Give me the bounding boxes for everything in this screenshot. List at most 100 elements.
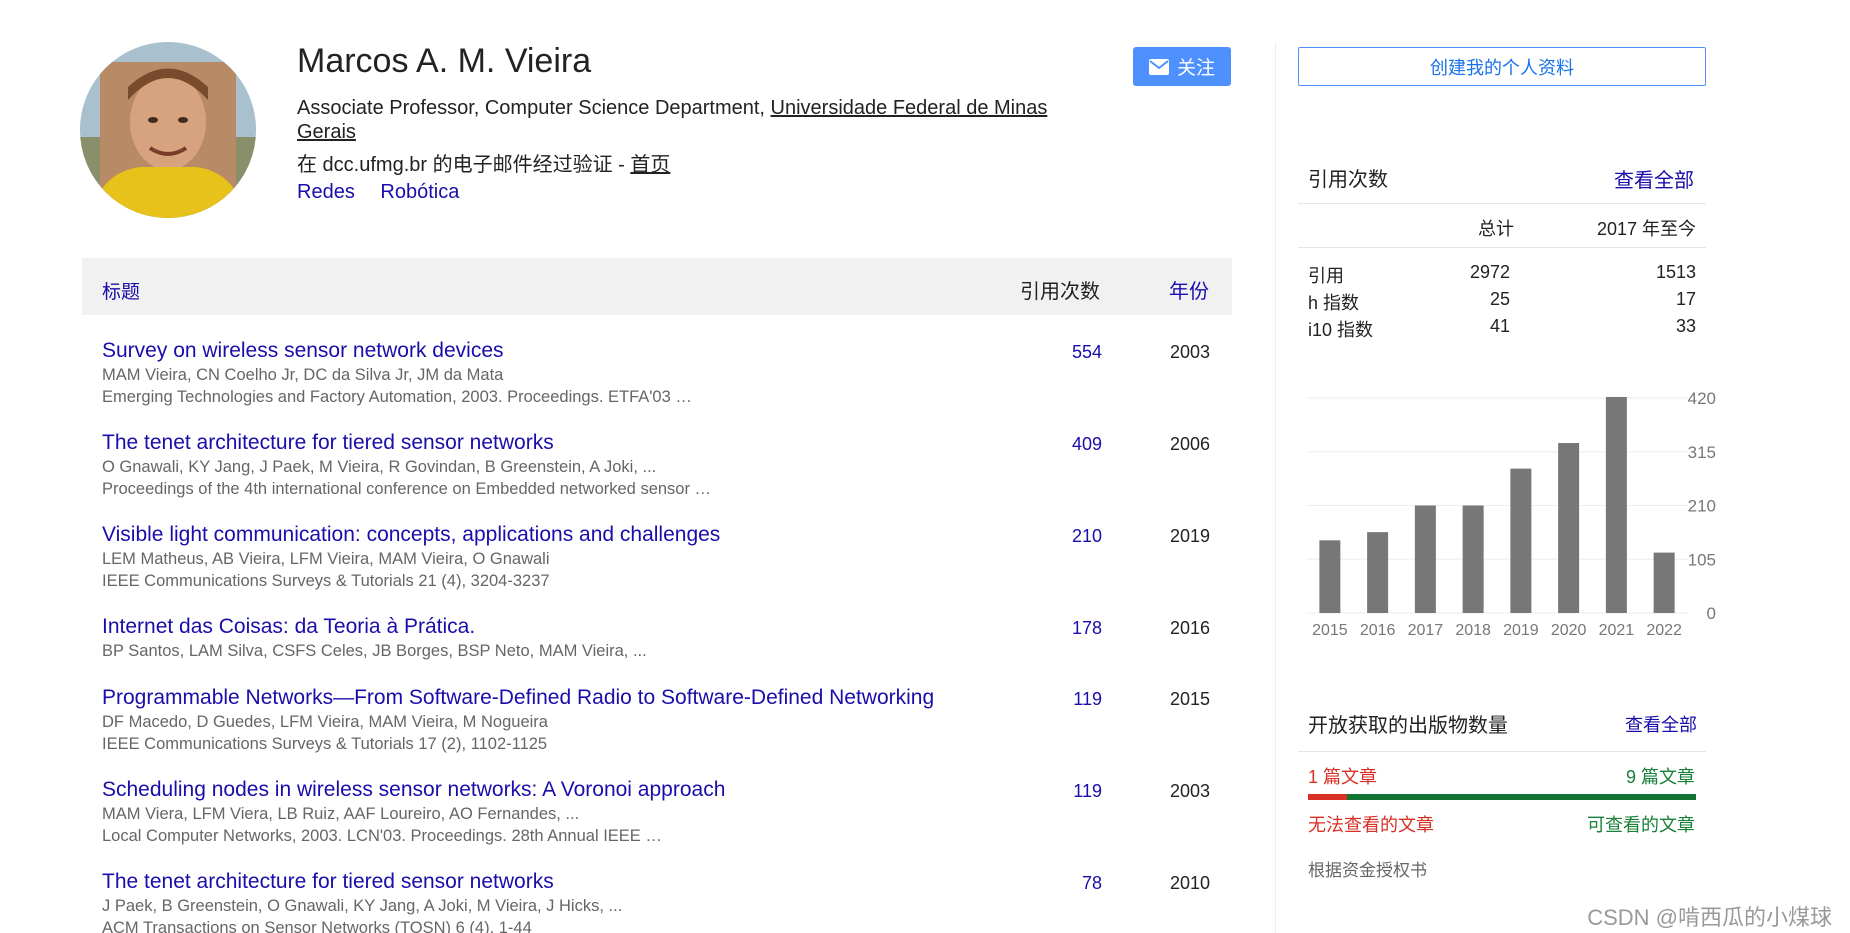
cited-by-link[interactable]: 178 [1072, 618, 1102, 639]
bar-2020[interactable] [1558, 443, 1580, 613]
publication-year: 2015 [1170, 689, 1211, 709]
cited-by-link[interactable]: 554 [1072, 342, 1102, 363]
follow-button[interactable]: 关注 [1133, 47, 1231, 86]
metric-label[interactable]: h 指数 [1308, 289, 1359, 315]
research-interests: Redes Robótica [297, 181, 479, 204]
publication-year: 2016 [1170, 618, 1211, 638]
publication-year: 2019 [1170, 526, 1211, 546]
citations-heading: 引用次数 [1308, 169, 1388, 191]
interest-link-robotica[interactable]: Robótica [380, 181, 459, 203]
publication-authors: MAM Viera, LFM Viera, LB Ruiz, AAF Loure… [102, 805, 580, 823]
metric-label[interactable]: 引用 [1308, 262, 1344, 288]
publication-year: 2006 [1170, 434, 1211, 454]
bar-2015[interactable] [1319, 540, 1341, 613]
affiliation-position: Associate Professor, Computer Science De… [297, 97, 771, 119]
bar-2018[interactable] [1462, 505, 1484, 614]
cited-by-link[interactable]: 78 [1082, 873, 1102, 894]
verified-email: 在 dcc.ufmg.br 的电子邮件经过验证 - 首页 [297, 148, 670, 177]
metric-since: 1513 [1655, 262, 1696, 282]
publication-venue: IEEE Communications Surveys & Tutorials … [102, 572, 550, 590]
available-count[interactable]: 9 篇文章 [1626, 763, 1695, 789]
metric-label[interactable]: i10 指数 [1308, 316, 1373, 342]
available-label[interactable]: 可查看的文章 [1587, 811, 1695, 837]
citations-view-all-link[interactable]: 查看全部 [1614, 164, 1694, 193]
x-tick-label: 2022 [1646, 622, 1682, 639]
publication-title-link[interactable]: The tenet architecture for tiered sensor… [102, 431, 554, 455]
y-tick-label: 210 [1688, 497, 1716, 516]
publication-authors: BP Santos, LAM Silva, CSFS Celes, JB Bor… [102, 642, 647, 660]
metric-since: 17 [1675, 289, 1696, 309]
bar-2019[interactable] [1510, 468, 1532, 613]
create-profile-button[interactable]: 创建我的个人资料 [1298, 47, 1706, 86]
publication-year: 2003 [1170, 781, 1211, 801]
divider [1298, 247, 1706, 248]
publication-year: 2003 [1170, 342, 1211, 362]
publication-title-link[interactable]: Survey on wireless sensor network device… [102, 339, 504, 363]
y-tick-label: 315 [1688, 443, 1716, 462]
x-tick-label: 2017 [1408, 622, 1444, 639]
profile-photo [80, 42, 256, 218]
sort-by-year[interactable]: 年份 [1169, 275, 1209, 304]
table-row: Visible light communication: concepts, a… [82, 519, 1232, 611]
open-access-heading: 开放获取的出版物数量 [1308, 715, 1508, 737]
profile-name: Marcos A. M. Vieira [297, 42, 592, 80]
table-row: Scheduling nodes in wireless sensor netw… [82, 774, 1232, 866]
sort-by-title[interactable]: 标题 [102, 277, 140, 304]
divider [1298, 751, 1706, 752]
table-row: Programmable Networks—From Software-Defi… [82, 682, 1232, 774]
publication-title-link[interactable]: The tenet architecture for tiered sensor… [102, 870, 554, 894]
homepage-link[interactable]: 首页 [630, 154, 670, 176]
cited-by-link[interactable]: 210 [1072, 526, 1102, 547]
publication-title-link[interactable]: Visible light communication: concepts, a… [102, 523, 720, 547]
cited-by-link[interactable]: 409 [1072, 434, 1102, 455]
metric-row-citations: 引用 2972 1513 [1308, 262, 1696, 288]
metrics-header-total: 总计 [1478, 219, 1514, 239]
bar-2021[interactable] [1605, 396, 1627, 613]
publication-venue: IEEE Communications Surveys & Tutorials … [102, 735, 548, 753]
not-available-fill [1308, 794, 1347, 800]
publication-authors: J Paek, B Greenstein, O Gnawali, KY Jang… [102, 897, 623, 915]
watermark: CSDN @啃西瓜的小煤球 [1587, 905, 1832, 930]
metric-row-i10-index: i10 指数 41 33 [1308, 316, 1696, 342]
x-tick-label: 2019 [1503, 622, 1539, 639]
publication-title-link[interactable]: Scheduling nodes in wireless sensor netw… [102, 778, 725, 802]
table-row: Survey on wireless sensor network device… [82, 335, 1232, 427]
divider [1298, 203, 1706, 204]
cited-by-column[interactable]: 引用次数 [1020, 275, 1100, 304]
interest-link-redes[interactable]: Redes [297, 181, 355, 203]
affiliation: Associate Professor, Computer Science De… [297, 96, 1077, 144]
publication-authors: O Gnawali, KY Jang, J Paek, M Vieira, R … [102, 458, 657, 476]
table-row: The tenet architecture for tiered sensor… [82, 427, 1232, 519]
publication-venue: Proceedings of the 4th international con… [102, 480, 712, 498]
publications-list: Survey on wireless sensor network device… [82, 335, 1232, 933]
open-access-bar [1308, 794, 1696, 800]
y-tick-label: 0 [1707, 604, 1716, 623]
x-tick-label: 2016 [1360, 622, 1396, 639]
metric-total: 41 [1489, 316, 1510, 336]
bar-2017[interactable] [1414, 505, 1436, 614]
x-tick-label: 2021 [1599, 622, 1635, 639]
metrics-header-since: 2017 年至今 [1597, 219, 1697, 239]
table-row: The tenet architecture for tiered sensor… [82, 866, 1232, 933]
publication-authors: DF Macedo, D Guedes, LFM Vieira, MAM Vie… [102, 713, 548, 731]
envelope-icon [1148, 58, 1169, 75]
citations-per-year-chart: 420 315 210 105 0 2015 2016 2017 2018 2019 2020 202… [1306, 389, 1716, 639]
publication-authors: MAM Vieira, CN Coelho Jr, DC da Silva Jr… [102, 366, 504, 384]
publication-year: 2010 [1170, 873, 1211, 893]
table-row: Internet das Coisas: da Teoria à Prática… [82, 611, 1232, 682]
x-tick-label: 2020 [1551, 622, 1587, 639]
publication-venue: Emerging Technologies and Factory Automa… [102, 388, 692, 406]
open-access-view-all-link[interactable]: 查看全部 [1625, 711, 1697, 737]
not-available-count[interactable]: 1 篇文章 [1308, 763, 1377, 789]
bar-2016[interactable] [1367, 532, 1389, 613]
publication-title-link[interactable]: Internet das Coisas: da Teoria à Prática… [102, 615, 475, 639]
metric-row-h-index: h 指数 25 17 [1308, 289, 1696, 315]
cited-by-link[interactable]: 119 [1073, 781, 1102, 802]
not-available-label[interactable]: 无法查看的文章 [1308, 811, 1434, 837]
metric-total: 2972 [1469, 262, 1510, 282]
funding-mandates-label: 根据资金授权书 [1308, 861, 1427, 880]
publication-title-link[interactable]: Programmable Networks—From Software-Defi… [102, 686, 934, 710]
publication-authors: LEM Matheus, AB Vieira, LFM Vieira, MAM … [102, 550, 550, 568]
bar-2022[interactable] [1653, 552, 1675, 613]
cited-by-link[interactable]: 119 [1073, 689, 1102, 710]
